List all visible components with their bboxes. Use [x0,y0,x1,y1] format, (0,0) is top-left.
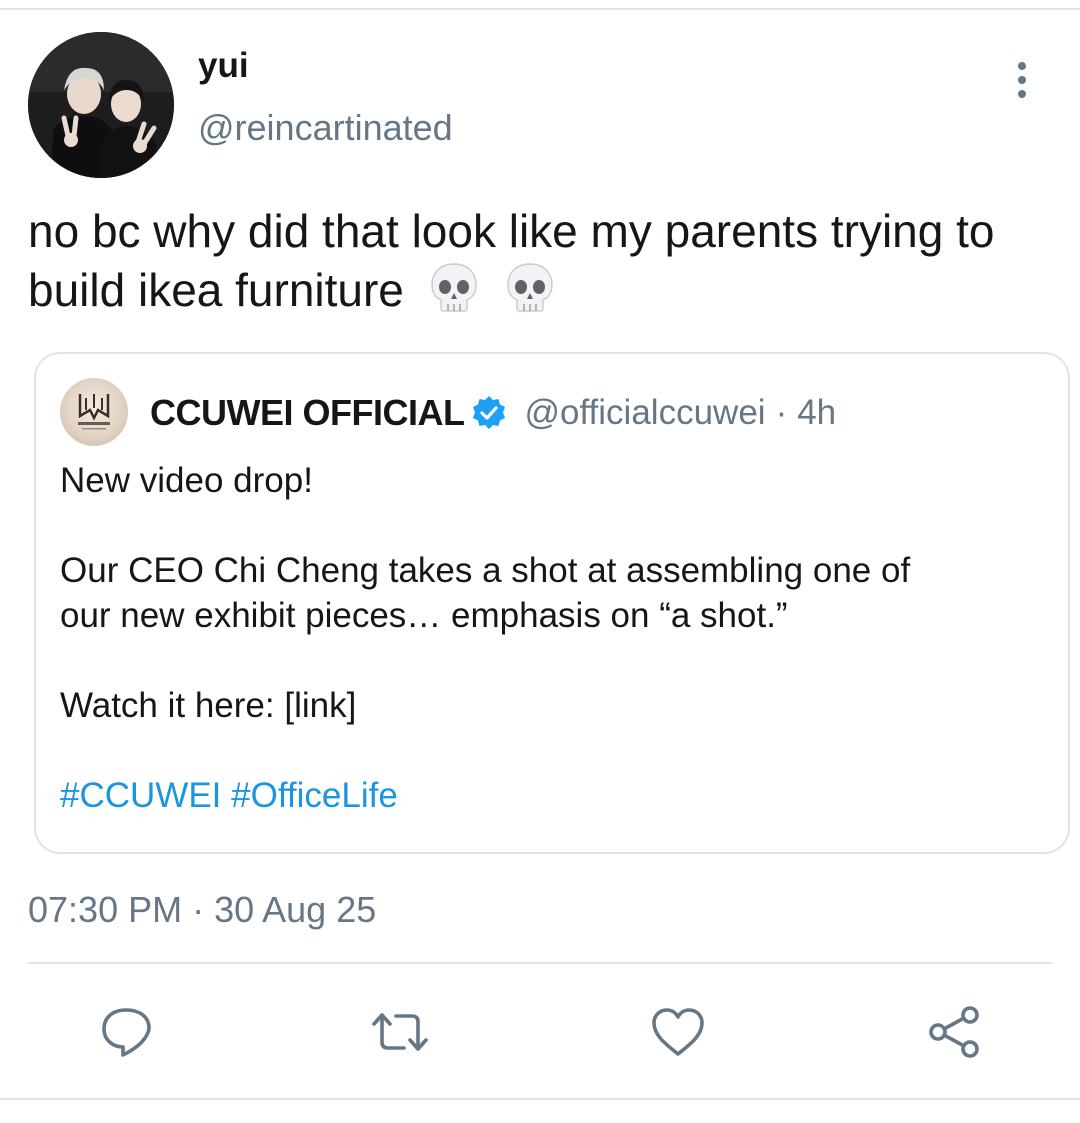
quoted-line: New video drop! [60,461,313,500]
more-dot [1018,62,1026,70]
retweet-button[interactable] [368,1000,432,1064]
share-icon [929,1006,979,1058]
quoted-header: CCUWEI OFFICIAL @officialccuwei · 4h [150,392,836,434]
quoted-avatar[interactable] [60,378,128,446]
tweet-text: no bc why did that look like my parents … [28,202,1058,327]
retweet-icon [372,1013,428,1051]
quoted-body: New video drop! Our CEO Chi Cheng takes … [60,458,1040,818]
more-options-icon[interactable] [1000,56,1044,104]
like-button[interactable] [646,1000,710,1064]
more-dot [1018,90,1026,98]
quoted-line: Watch it here: [link] [60,686,357,725]
hashtag-link[interactable]: #CCUWEI [60,776,221,815]
avatar-photo [28,32,174,178]
tweet-timestamp: 07:30 PM · 30 Aug 25 [28,889,377,930]
hashtag-link[interactable]: #OfficeLife [231,776,398,815]
header-separator: · [775,393,788,432]
verified-badge-icon [470,394,508,432]
more-dot [1018,76,1026,84]
skull-emoji-icon [503,260,557,327]
like-icon [652,1008,704,1056]
quoted-line: Our CEO Chi Cheng takes a shot at assemb… [60,551,911,590]
quoted-timestamp[interactable]: 4h [797,393,836,433]
reply-button[interactable] [94,1000,158,1064]
author-display-name[interactable]: yui [198,42,249,90]
quoted-line: our new exhibit pieces… emphasis on “a s… [60,596,788,635]
hashtag-row: #CCUWEI #OfficeLife [60,773,1040,818]
ccuwei-logo-icon [78,394,110,430]
top-divider [0,8,1080,10]
reply-icon [102,1008,151,1057]
author-avatar[interactable] [28,32,174,178]
quoted-tweet-card[interactable]: CCUWEI OFFICIAL @officialccuwei · 4h New… [34,352,1070,854]
author-handle[interactable]: @reincartinated [198,104,453,152]
quoted-author-handle[interactable]: @officialccuwei [524,393,765,433]
quoted-author-name[interactable]: CCUWEI OFFICIAL [150,392,465,434]
bottom-divider [0,1098,1080,1100]
share-button[interactable] [922,1000,986,1064]
skull-emoji-icon [427,260,481,327]
actions-divider [28,962,1052,964]
